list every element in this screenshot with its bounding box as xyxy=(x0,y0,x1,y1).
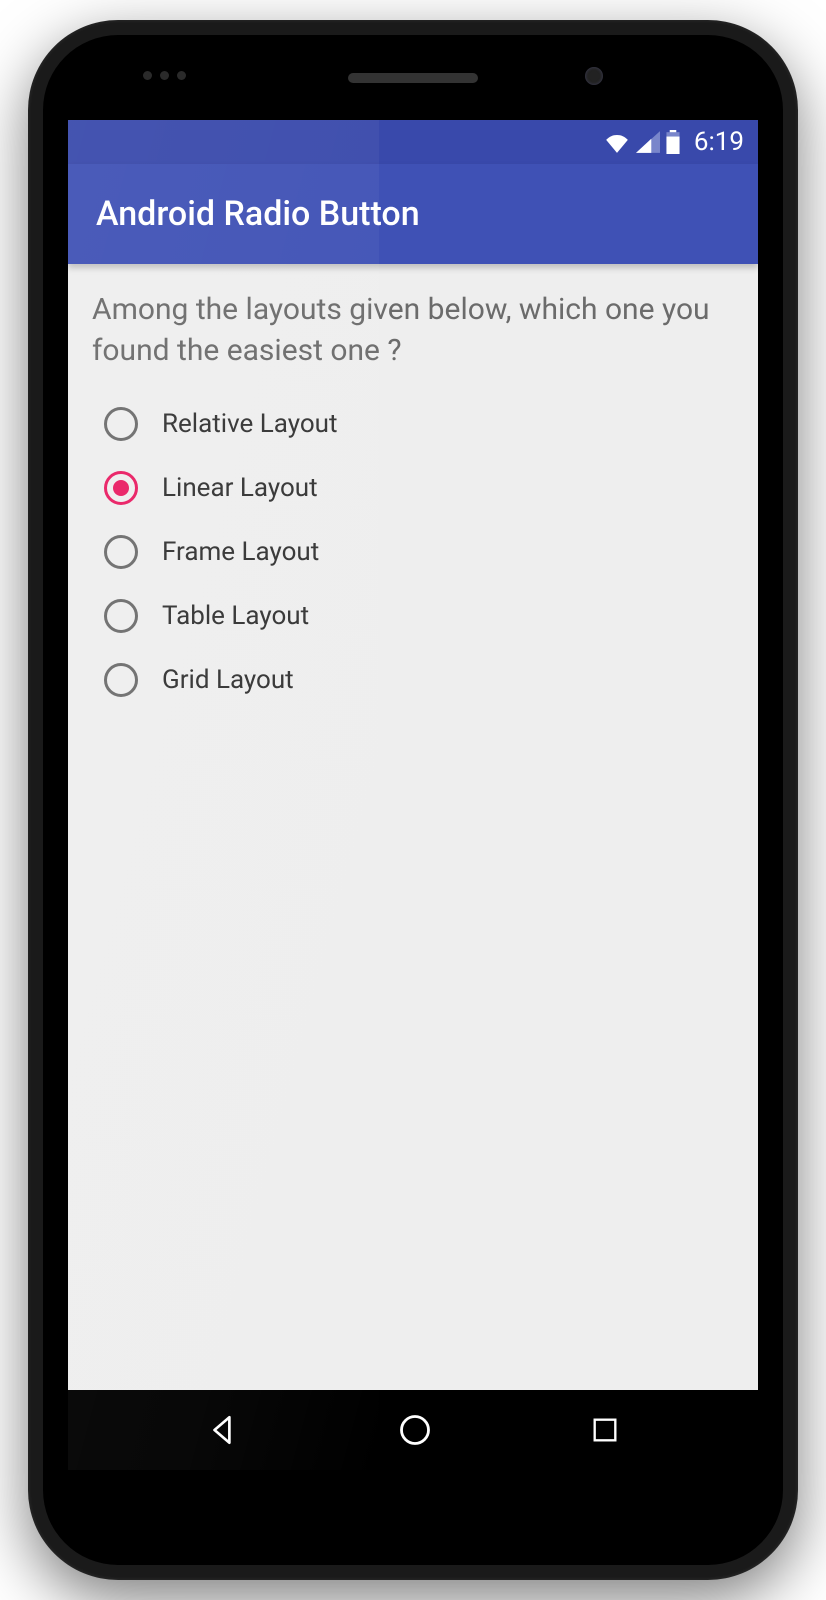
phone-inner: 6:19 Android Radio Button Among the layo… xyxy=(43,35,783,1565)
phone-frame: 6:19 Android Radio Button Among the layo… xyxy=(28,20,798,1580)
radio-option-3[interactable]: Table Layout xyxy=(104,591,734,641)
phone-camera xyxy=(585,67,603,85)
radio-label: Linear Layout xyxy=(162,473,318,503)
radio-option-2[interactable]: Frame Layout xyxy=(104,527,734,577)
radio-label: Grid Layout xyxy=(162,665,294,695)
radio-label: Frame Layout xyxy=(162,537,319,567)
app-title: Android Radio Button xyxy=(96,194,420,234)
radio-label: Relative Layout xyxy=(162,409,338,439)
recent-apps-button[interactable] xyxy=(590,1415,620,1445)
home-button[interactable] xyxy=(397,1412,433,1448)
radio-label: Table Layout xyxy=(162,601,309,631)
navigation-bar xyxy=(68,1390,758,1470)
screen: 6:19 Android Radio Button Among the layo… xyxy=(68,120,758,1470)
battery-icon xyxy=(666,130,680,154)
radio-icon xyxy=(104,663,138,697)
radio-option-0[interactable]: Relative Layout xyxy=(104,399,734,449)
status-time: 6:19 xyxy=(694,127,744,157)
question-text: Among the layouts given below, which one… xyxy=(92,290,734,371)
radio-icon xyxy=(104,599,138,633)
app-bar: Android Radio Button xyxy=(68,164,758,264)
radio-option-4[interactable]: Grid Layout xyxy=(104,655,734,705)
radio-group: Relative Layout Linear Layout Frame Layout… xyxy=(92,399,734,705)
radio-option-1[interactable]: Linear Layout xyxy=(104,463,734,513)
signal-icon xyxy=(636,131,660,153)
wifi-icon xyxy=(604,131,630,153)
phone-speaker xyxy=(348,73,478,83)
radio-icon xyxy=(104,407,138,441)
status-bar: 6:19 xyxy=(68,120,758,164)
back-button[interactable] xyxy=(206,1413,240,1447)
radio-icon xyxy=(104,471,138,505)
content-area: Among the layouts given below, which one… xyxy=(68,264,758,1390)
radio-icon xyxy=(104,535,138,569)
phone-sensor-dots xyxy=(143,71,186,80)
